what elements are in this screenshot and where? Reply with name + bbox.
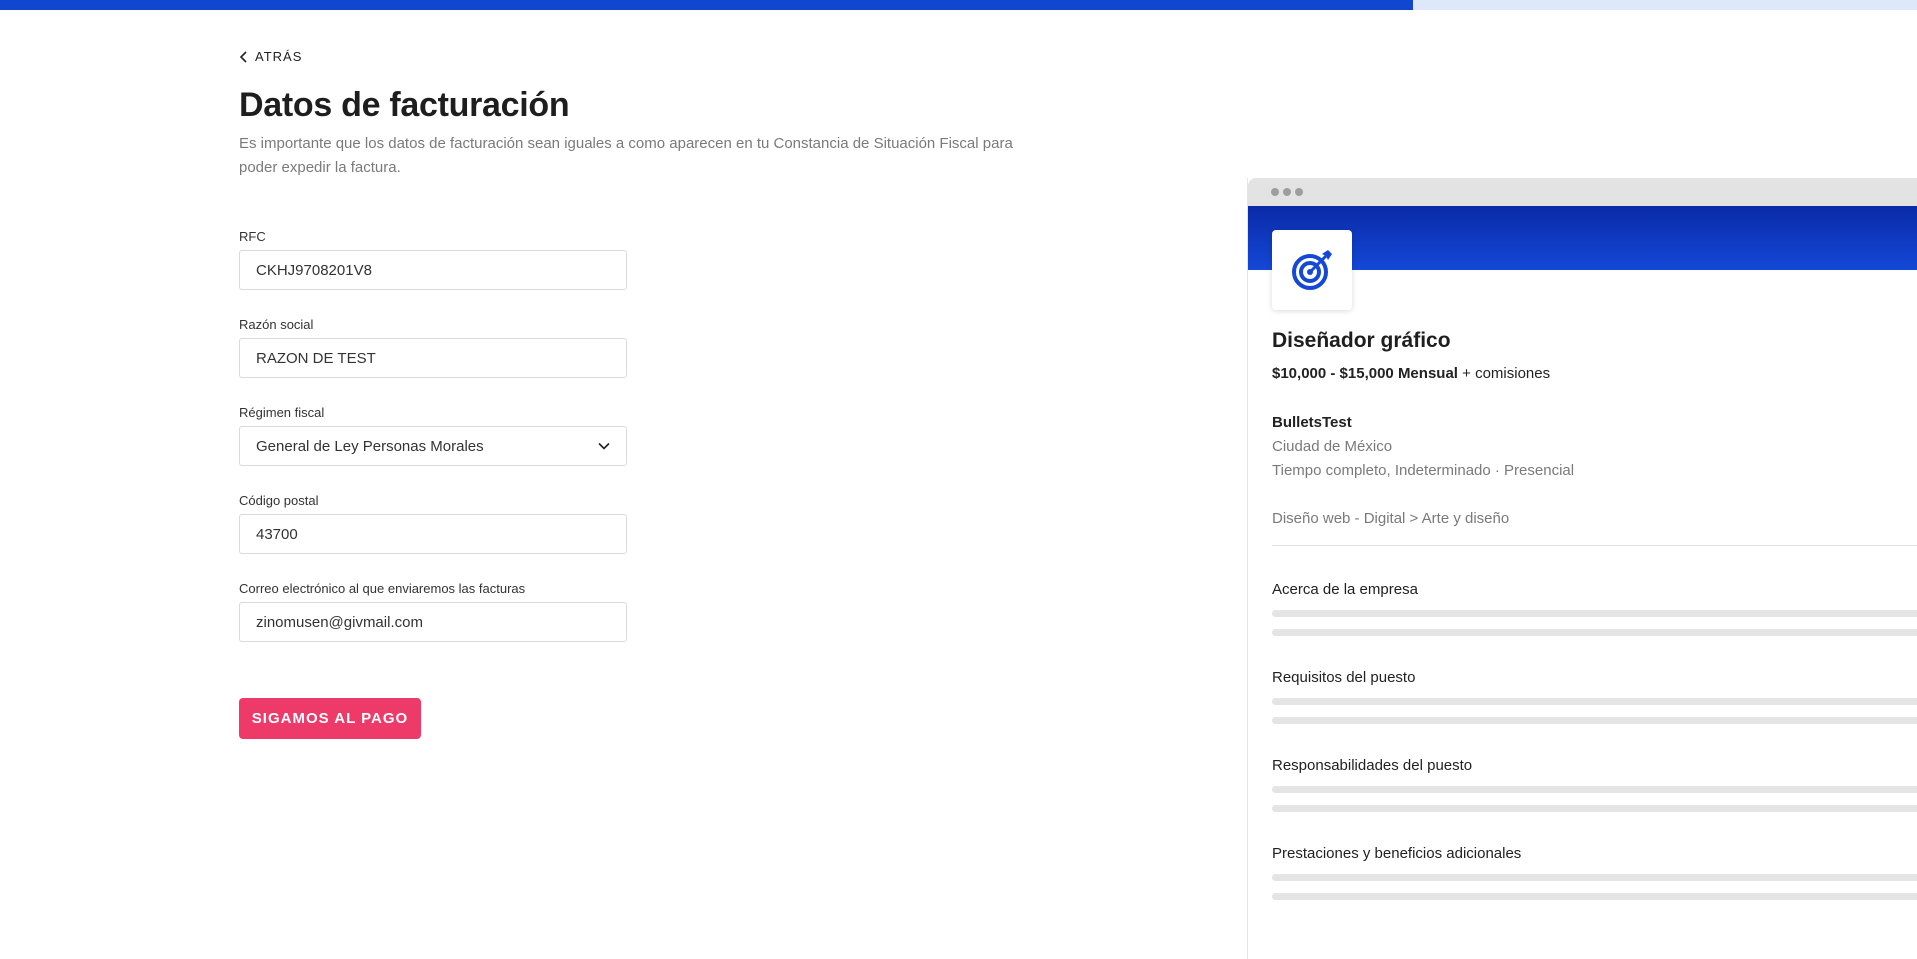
section-benefits: Prestaciones y beneficios adicionales <box>1272 845 1917 900</box>
regimen-fiscal-field: Régimen fiscal General de Ley Personas M… <box>239 405 627 466</box>
job-title: Diseñador gráfico <box>1272 329 1451 352</box>
skeleton-line <box>1272 717 1917 724</box>
back-button[interactable]: ATRÁS <box>239 49 302 64</box>
section-title: Requisitos del puesto <box>1272 669 1416 686</box>
skeleton-line <box>1272 805 1917 812</box>
section-responsibilities: Responsabilidades del puesto <box>1272 757 1917 812</box>
razon-social-label: Razón social <box>239 317 314 332</box>
progress-bar-fill <box>0 0 1413 10</box>
correo-field: Correo electrónico al que enviaremos las… <box>239 581 627 642</box>
skeleton-line <box>1272 629 1917 636</box>
section-title: Responsabilidades del puesto <box>1272 757 1473 774</box>
razon-social-input[interactable] <box>239 338 627 378</box>
salary-range: $10,000 - $15,000 Mensual <box>1272 365 1458 382</box>
job-schedule: Tiempo completo, Indeterminado · Presenc… <box>1272 462 1575 479</box>
section-title: Prestaciones y beneficios adicionales <box>1272 845 1522 862</box>
target-icon <box>1292 250 1332 290</box>
chevron-left-icon <box>239 50 247 63</box>
skeleton-line <box>1272 893 1917 900</box>
rfc-field: RFC <box>239 229 627 290</box>
job-location: Ciudad de México <box>1272 438 1393 455</box>
codigo-postal-field: Código postal <box>239 493 627 554</box>
section-requirements: Requisitos del puesto <box>1272 669 1917 724</box>
progress-bar <box>0 0 1917 10</box>
skeleton-line <box>1272 786 1917 793</box>
codigo-postal-label: Código postal <box>239 493 319 508</box>
page-title: Datos de facturación <box>239 86 570 124</box>
codigo-postal-input[interactable] <box>239 514 627 554</box>
divider <box>1272 545 1917 546</box>
page-subtitle: Es importante que los datos de facturaci… <box>239 135 1013 176</box>
company-name: BulletsTest <box>1272 414 1352 431</box>
skeleton-line <box>1272 874 1917 881</box>
regimen-fiscal-value: General de Ley Personas Morales <box>256 437 484 455</box>
section-title: Acerca de la empresa <box>1272 581 1418 598</box>
window-dot-icon <box>1295 188 1303 196</box>
window-dot-icon <box>1271 188 1279 196</box>
preview-window-bar <box>1248 178 1917 206</box>
regimen-fiscal-select[interactable]: General de Ley Personas Morales <box>239 426 627 466</box>
company-logo <box>1272 230 1352 310</box>
job-category: Diseño web - Digital > Arte y diseño <box>1272 510 1510 527</box>
rfc-input[interactable] <box>239 250 627 290</box>
salary-extra: + comisiones <box>1457 365 1551 382</box>
section-about-company: Acerca de la empresa <box>1272 581 1917 636</box>
correo-label: Correo electrónico al que enviaremos las… <box>239 581 526 596</box>
job-preview-card: Diseñador gráfico $10,000 - $15,000 Mens… <box>1247 178 1917 959</box>
skeleton-line <box>1272 610 1917 617</box>
razon-social-field: Razón social <box>239 317 627 378</box>
correo-input[interactable] <box>239 602 627 642</box>
rfc-label: RFC <box>239 229 266 244</box>
window-dot-icon <box>1283 188 1291 196</box>
regimen-fiscal-label: Régimen fiscal <box>239 405 325 420</box>
continue-to-payment-button[interactable]: SIGAMOS AL PAGO <box>239 698 421 739</box>
chevron-down-icon <box>598 442 610 450</box>
skeleton-line <box>1272 698 1917 705</box>
salary-text: $10,000 - $15,000 Mensual + comisiones <box>1272 365 1550 382</box>
back-label: ATRÁS <box>255 49 303 64</box>
